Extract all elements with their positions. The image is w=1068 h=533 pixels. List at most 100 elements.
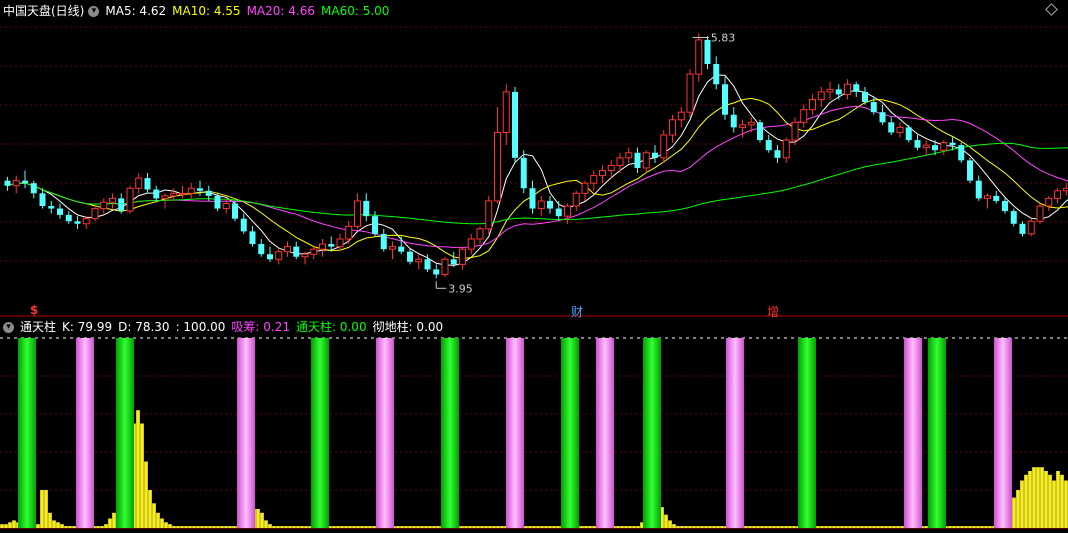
accumulation-bar [48, 512, 52, 528]
accumulation-bar [136, 410, 140, 528]
accumulation-bar [760, 526, 764, 528]
marker-finance[interactable]: 财 [571, 303, 583, 320]
ma10-label: MA10: 4.55 [172, 4, 241, 18]
candle-body-down [520, 157, 527, 189]
candle-body-up [1054, 190, 1061, 199]
accumulation-bar [152, 503, 156, 528]
accumulation-bar [764, 526, 768, 528]
accumulation-bar [816, 526, 820, 528]
ma60-label: MA60: 5.00 [321, 4, 390, 18]
accumulation-bar [844, 526, 848, 528]
accumulation-bar [220, 526, 224, 528]
accumulation-bar [980, 526, 984, 528]
accumulation-bar [868, 526, 872, 528]
accumulation-bar [204, 526, 208, 528]
accumulation-bar [60, 524, 64, 528]
accumulation-bar [1028, 471, 1032, 528]
candle-body-down [380, 233, 387, 250]
accumulation-bar [536, 526, 540, 528]
accumulation-bar [672, 524, 676, 528]
accumulation-bar [168, 524, 172, 528]
accumulation-bar [104, 524, 108, 528]
candle-body-up [669, 119, 676, 136]
accumulation-bar [72, 526, 76, 528]
j-value: : 100.00 [175, 320, 226, 334]
accumulation-bar [100, 526, 104, 528]
accumulation-bar [552, 526, 556, 528]
candle-body-down [153, 189, 160, 199]
candle-body-up [12, 180, 20, 187]
accumulation-bar [768, 526, 772, 528]
dropdown-icon[interactable]: ▾ [88, 6, 100, 17]
candle-body-up [476, 228, 484, 240]
candle-body-up [1045, 197, 1053, 207]
candle-body-down [722, 84, 728, 115]
accumulation-bar [352, 526, 356, 528]
marker-increase[interactable]: 增 [767, 303, 779, 320]
candle-body-down [249, 231, 256, 245]
candle-body-up [310, 248, 318, 255]
candle-body-down [870, 102, 877, 113]
pillar-bar-pink [596, 338, 614, 528]
accumulation-bar [188, 526, 192, 528]
candle-body-down [22, 180, 28, 184]
candle-body-up [572, 192, 580, 207]
accumulation-bar [348, 526, 352, 528]
candle-body-up [537, 200, 545, 210]
accumulation-bar [620, 526, 624, 528]
candle-body-up [441, 258, 449, 275]
accumulation-bar [892, 526, 896, 528]
candle-body-up [660, 134, 668, 159]
accumulation-bar [264, 520, 268, 528]
candle-body-up [187, 187, 195, 194]
accumulation-bar [700, 526, 704, 528]
accumulation-bar [424, 526, 428, 528]
pillar-bar-green [928, 338, 946, 528]
accumulation-bar [232, 526, 236, 528]
accumulation-bar [708, 526, 712, 528]
candle-body-down [363, 200, 370, 217]
pillar-bar-pink [76, 338, 94, 528]
pillar-bar-green [311, 338, 329, 528]
settings-icon[interactable]: ▾ [3, 322, 14, 333]
accumulation-bar [1032, 467, 1036, 528]
accumulation-bar [404, 526, 408, 528]
accumulation-bar [680, 526, 684, 528]
candle-body-up [809, 98, 816, 111]
accumulation-bar [484, 526, 488, 528]
accumulation-bar [588, 526, 592, 528]
accumulation-bar [412, 526, 416, 528]
candle-body-up [677, 111, 685, 121]
accumulation-bar [164, 522, 168, 528]
candle-body-down [144, 178, 151, 190]
accumulation-bar [960, 526, 964, 528]
pillar-bar-pink [506, 338, 524, 528]
accumulation-bar [56, 522, 60, 528]
accumulation-bar [532, 526, 536, 528]
candle-body-down [48, 206, 55, 209]
accumulation-bar [628, 526, 632, 528]
candle-body-down [958, 145, 965, 161]
accumulation-bar [848, 526, 852, 528]
candle-body-up [625, 152, 633, 159]
candle-body-up [590, 175, 598, 184]
accumulation-bar [592, 526, 596, 528]
accumulation-bar [956, 526, 960, 528]
candle-body-up [581, 182, 589, 194]
accumulation-bar [860, 526, 864, 528]
candle-body-up [1036, 205, 1044, 222]
moving-average-lines [7, 74, 1068, 266]
candle-body-down [765, 140, 772, 151]
accumulation-bar [696, 526, 700, 528]
accumulation-bar [1052, 480, 1056, 528]
accumulation-bar [584, 526, 588, 528]
accumulation-bar [476, 526, 480, 528]
candle-body-down [205, 190, 212, 196]
accumulation-bar [300, 526, 304, 528]
accumulation-bar [616, 526, 620, 528]
accumulation-bar [1016, 490, 1020, 528]
marker-dollar[interactable]: $ [30, 303, 38, 317]
accumulation-bar [1020, 480, 1024, 528]
accumulation-bar [792, 526, 796, 528]
accumulation-bar [396, 526, 400, 528]
